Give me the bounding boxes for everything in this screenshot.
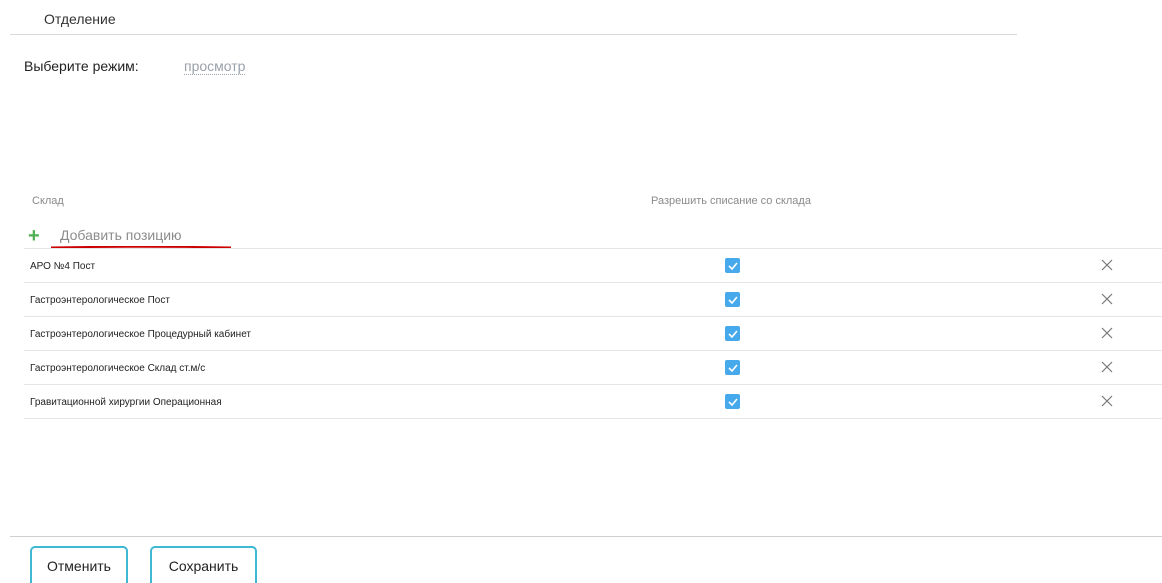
remove-row-button[interactable] xyxy=(1099,291,1115,307)
add-position-label: Добавить позицию xyxy=(60,227,182,243)
table-row: Гастроэнтерологическое Пост xyxy=(24,283,1162,317)
checkmark-icon xyxy=(727,363,738,372)
table-row: Гастроэнтерологическое Процедурный кабин… xyxy=(24,317,1162,351)
table-row: Гравитационной хирургии Операционная xyxy=(24,385,1162,419)
table-row: Гастроэнтерологическое Склад ст.м/с xyxy=(24,351,1162,385)
allow-writeoff-checkbox[interactable] xyxy=(725,292,740,307)
remove-row-button[interactable] xyxy=(1099,325,1115,341)
save-button[interactable]: Сохранить xyxy=(150,546,257,583)
allow-writeoff-checkbox[interactable] xyxy=(725,258,740,273)
row-store-name: Гастроэнтерологическое Пост xyxy=(30,295,170,306)
checkmark-icon xyxy=(727,261,738,270)
section-divider xyxy=(10,34,1017,35)
remove-row-button[interactable] xyxy=(1099,393,1115,409)
close-icon xyxy=(1101,259,1113,271)
mode-label: Выберите режим: xyxy=(24,58,139,74)
row-store-name: Гастроэнтерологическое Процедурный кабин… xyxy=(30,329,252,340)
column-header-store: Склад xyxy=(32,195,64,207)
close-icon xyxy=(1101,395,1113,407)
remove-row-button[interactable] xyxy=(1099,257,1115,273)
column-header-allow-writeoff: Разрешить списание со склада xyxy=(651,195,811,207)
allow-writeoff-checkbox[interactable] xyxy=(725,326,740,341)
row-store-name: Гастроэнтерологическое Склад ст.м/с xyxy=(30,363,206,374)
remove-row-button[interactable] xyxy=(1099,359,1115,375)
section-title: Отделение xyxy=(44,11,116,27)
table-row: АРО №4 Пост xyxy=(24,249,1162,283)
row-store-name: АРО №4 Пост xyxy=(30,261,96,272)
checkmark-icon xyxy=(727,295,738,304)
store-table: АРО №4 Пост Гастроэнтерологическое Пост … xyxy=(24,248,1162,419)
close-icon xyxy=(1101,361,1113,373)
close-icon xyxy=(1101,293,1113,305)
checkmark-icon xyxy=(727,397,738,406)
add-position-button[interactable]: + Добавить позицию xyxy=(28,225,182,247)
mode-toggle-link[interactable]: просмотр xyxy=(184,58,246,75)
close-icon xyxy=(1101,327,1113,339)
allow-writeoff-checkbox[interactable] xyxy=(725,360,740,375)
allow-writeoff-checkbox[interactable] xyxy=(725,394,740,409)
cancel-button[interactable]: Отменить xyxy=(30,546,128,583)
plus-icon: + xyxy=(28,225,40,247)
checkmark-icon xyxy=(727,329,738,338)
row-store-name: Гравитационной хирургии Операционная xyxy=(30,397,222,408)
footer-divider xyxy=(10,536,1162,537)
